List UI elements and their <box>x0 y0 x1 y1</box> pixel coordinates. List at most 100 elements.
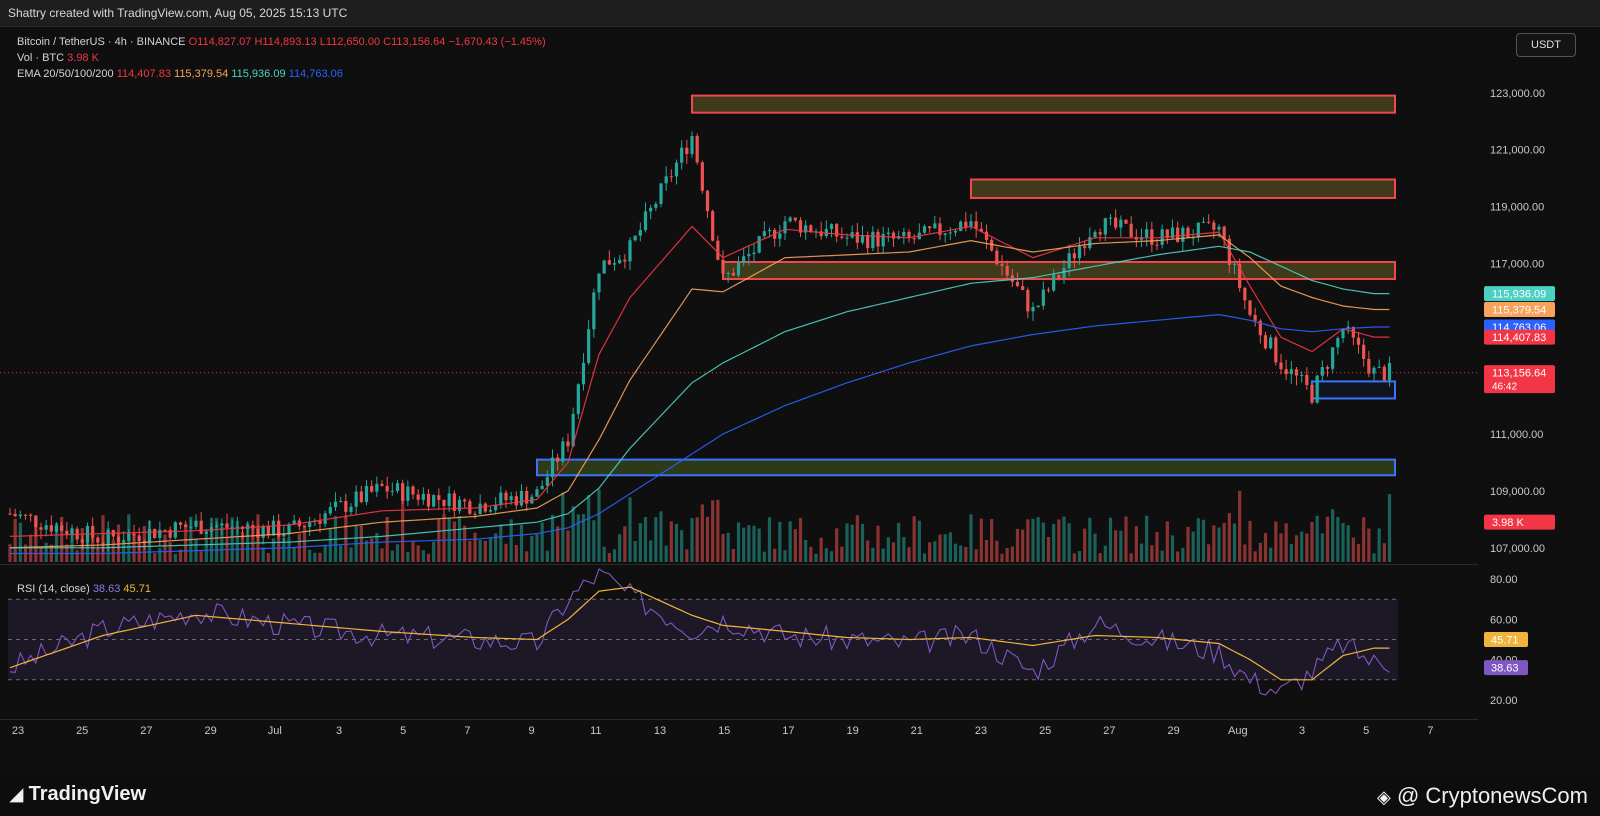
rsi-pane: 80.0060.0040.0020.0045.7138.63 <box>8 568 1528 707</box>
candle-body <box>1310 385 1314 403</box>
volume-bar <box>623 526 627 562</box>
ema20-value: 114,407.83 <box>116 68 171 80</box>
volume-bar <box>385 517 389 562</box>
volume-bar <box>964 546 968 562</box>
volume-bar <box>499 524 503 562</box>
candle-body <box>437 495 441 500</box>
volume-bar <box>669 521 673 562</box>
candle-body <box>514 496 518 506</box>
candle-body <box>602 260 606 274</box>
candle-body <box>473 513 477 515</box>
candle-body <box>390 490 394 492</box>
volume-bar <box>990 519 994 562</box>
volume-bar <box>1196 518 1200 562</box>
volume-bar <box>659 511 663 562</box>
candle-body <box>871 231 875 249</box>
time-tick: Aug <box>1228 725 1248 737</box>
candle-body <box>44 525 48 530</box>
volume-bar <box>380 548 384 562</box>
candle-body <box>618 259 622 264</box>
candle-body <box>1263 335 1268 349</box>
support-zone <box>536 458 1396 477</box>
volume-bar <box>1372 553 1376 562</box>
candle-body <box>1315 375 1319 403</box>
volume-bar <box>1258 542 1262 562</box>
candle-body <box>1269 337 1273 349</box>
candle-body <box>587 329 591 363</box>
volume-bar <box>1041 522 1045 562</box>
tradingview-logo[interactable]: ◢ TradingView <box>10 783 146 806</box>
candle-body <box>912 238 916 240</box>
volume-bar <box>1207 544 1211 562</box>
price-tick: 109,000.00 <box>1490 486 1545 498</box>
support-zone <box>1311 380 1396 400</box>
candle-body <box>1341 329 1345 339</box>
volume-bar <box>917 520 921 562</box>
volume-bar <box>762 551 766 562</box>
volume-bar <box>1021 529 1025 562</box>
candle-body <box>643 211 648 231</box>
volume-bar <box>592 520 596 562</box>
rsi-value-label: 45.71 <box>1491 634 1519 646</box>
volume-bar <box>1269 547 1273 562</box>
volume-bar <box>292 547 296 562</box>
cryptonews-logo: ◈ @ CryptonewsCom <box>1377 783 1588 809</box>
candle-body <box>302 526 307 528</box>
volume-bar <box>1010 546 1014 562</box>
candle-body <box>1046 289 1051 291</box>
volume-bar <box>587 495 591 562</box>
candle-body <box>762 231 766 237</box>
candle-body <box>370 485 374 492</box>
volume-bar <box>654 517 658 562</box>
candle-body <box>504 492 508 501</box>
candle-body <box>1129 223 1133 237</box>
volume-bar <box>1088 517 1092 562</box>
candle-body <box>902 231 906 237</box>
volume-bar <box>773 548 777 562</box>
candle-body <box>550 457 555 478</box>
candle-body <box>948 232 952 234</box>
candle-body <box>1176 227 1180 242</box>
price-label: 114,407.83 <box>1492 332 1546 344</box>
ohlc-change: −1,670.43 (−1.45%) <box>448 36 546 48</box>
volume-bar <box>432 541 436 562</box>
volume-bar <box>845 523 849 562</box>
volume-bar <box>969 514 973 562</box>
volume-bar <box>468 540 472 562</box>
candle-body <box>1207 221 1211 223</box>
volume-bar <box>1315 515 1319 562</box>
volume-bar <box>602 546 606 562</box>
candle-body <box>953 230 958 233</box>
volume-bar <box>163 534 167 562</box>
chart-svg[interactable]: 123,000.00 121,000.00 119,000.00 117,000.00… <box>0 27 1600 775</box>
volume-bar <box>664 545 668 562</box>
candle-body <box>1108 217 1113 219</box>
volume-bar <box>1232 523 1237 562</box>
volume-bar <box>767 517 772 562</box>
volume-bar <box>793 529 797 562</box>
candle-body <box>1248 300 1252 315</box>
currency-button[interactable]: USDT <box>1516 33 1576 57</box>
volume-bar <box>1362 517 1366 562</box>
chart-frame[interactable]: 123,000.00 121,000.00 119,000.00 117,000.00… <box>0 27 1600 775</box>
candle-body <box>519 491 524 506</box>
volume-bar <box>514 545 518 562</box>
ohlc-high: H114,893.13 <box>254 36 317 48</box>
candle-body <box>778 233 782 239</box>
candle-body <box>23 514 28 516</box>
candle-body <box>793 217 797 221</box>
chart-caption: Shattry created with TradingView.com, Au… <box>8 6 348 20</box>
candle-body <box>173 522 177 538</box>
candle-body <box>612 263 617 265</box>
candle-body <box>1253 314 1257 321</box>
volume-bar <box>1243 544 1247 562</box>
candle-body <box>406 486 410 501</box>
candle-body <box>1284 369 1288 375</box>
time-tick: 15 <box>718 725 730 737</box>
volume-bar <box>716 499 720 562</box>
candle-body <box>716 240 720 260</box>
candle-body <box>1072 253 1076 259</box>
volume-bar <box>406 551 410 562</box>
time-tick: 19 <box>846 725 858 737</box>
candle-body <box>866 234 870 249</box>
